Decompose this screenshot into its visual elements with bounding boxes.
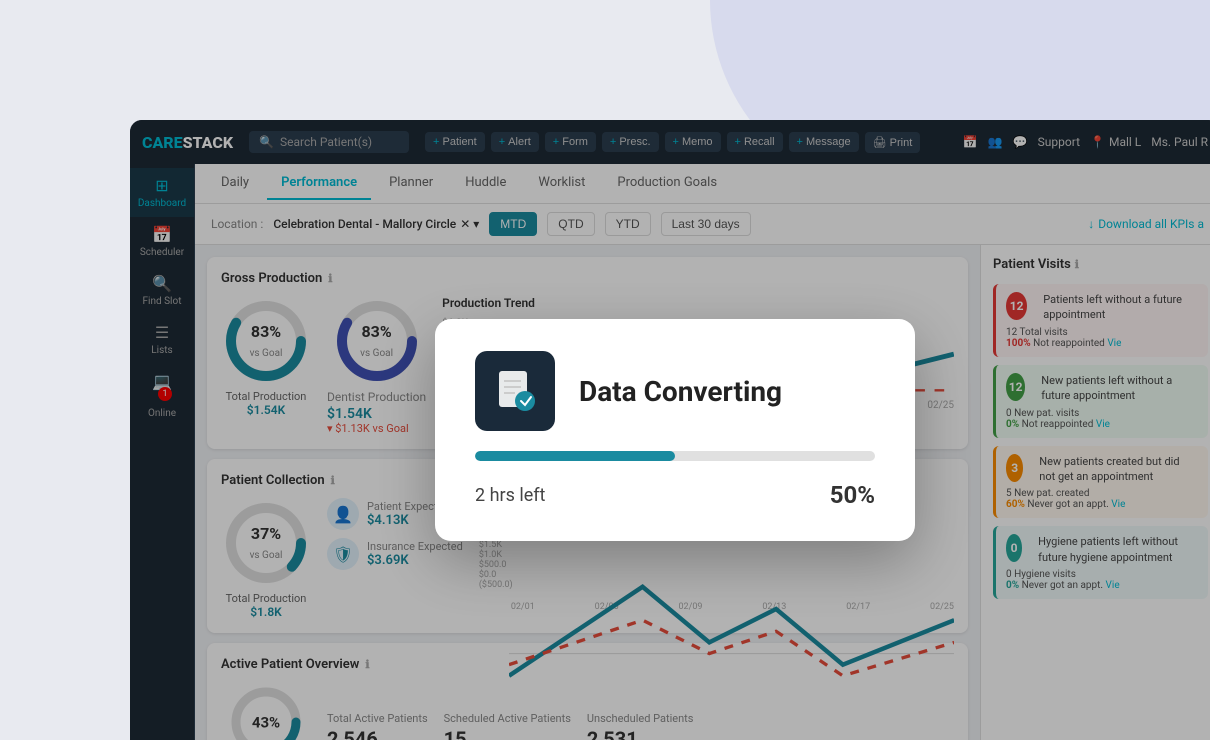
modal-header: Data Converting [475, 351, 875, 431]
progress-bar-container [475, 451, 875, 461]
modal-footer: 2 hrs left 50% [475, 481, 875, 509]
time-left: 2 hrs left [475, 485, 545, 506]
progress-bar-fill [475, 451, 675, 461]
laptop-frame: CARESTACK 🔍 Search Patient(s) + Patient … [130, 120, 1210, 740]
data-converting-modal: Data Converting 2 hrs left 50% [435, 319, 915, 541]
modal-icon [475, 351, 555, 431]
modal-title: Data Converting [579, 375, 782, 408]
percent-value: 50% [830, 481, 875, 509]
modal-overlay: Data Converting 2 hrs left 50% [130, 120, 1210, 740]
